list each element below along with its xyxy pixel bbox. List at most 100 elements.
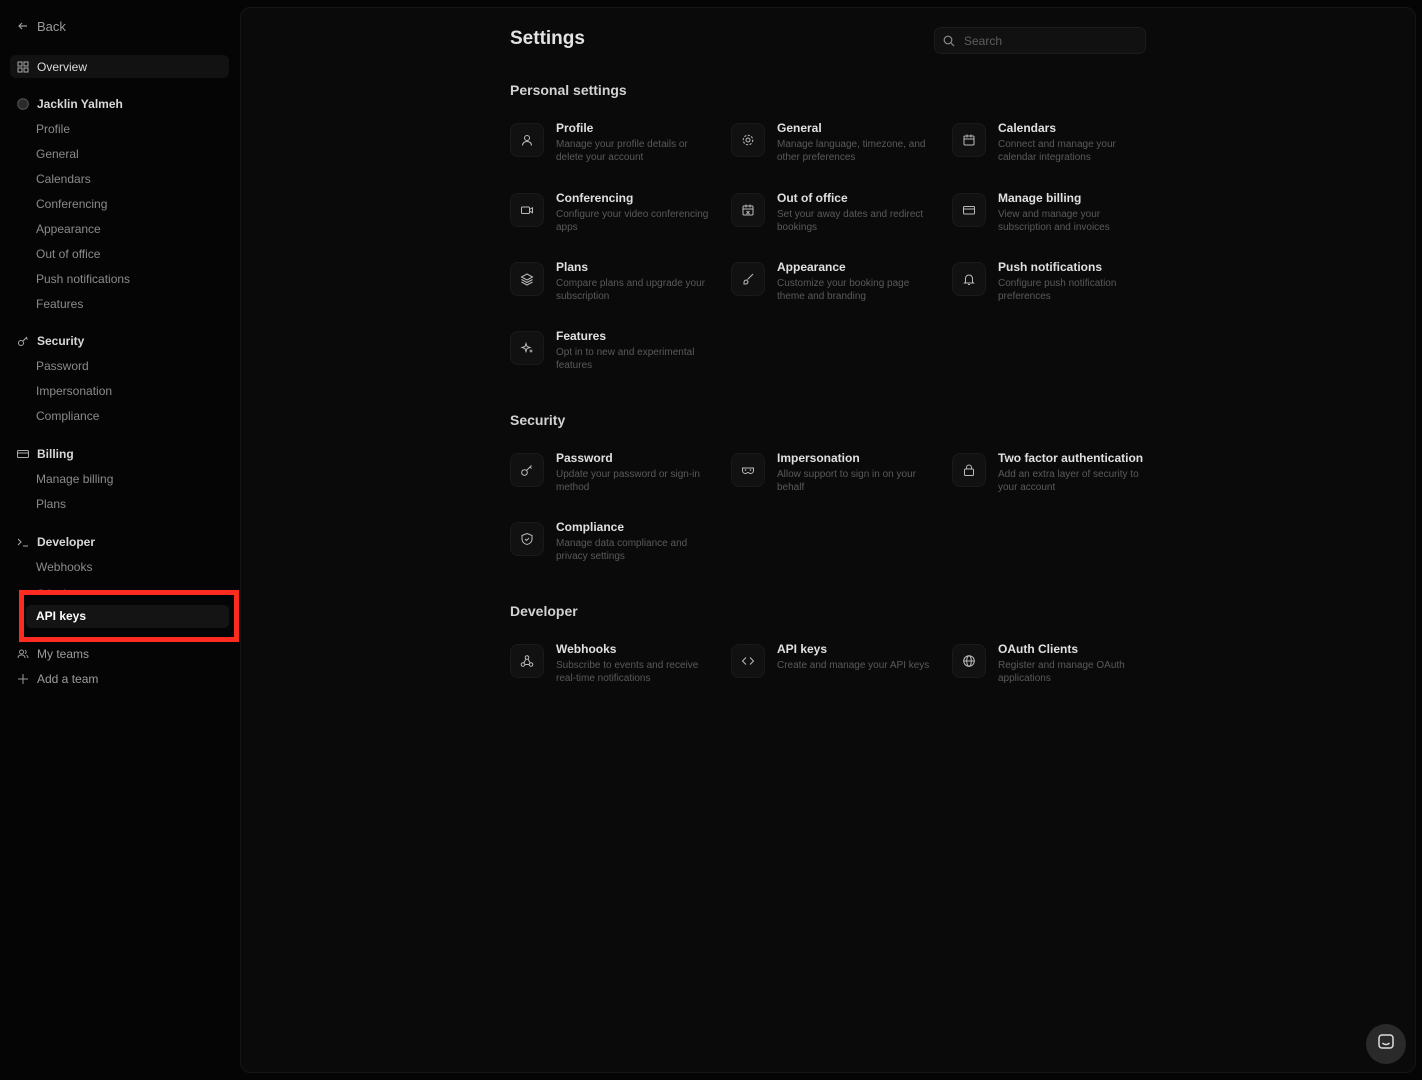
card-webhooks[interactable]: Webhooks Subscribe to events and receive … bbox=[510, 642, 720, 694]
sidebar-item-password[interactable]: Password bbox=[36, 358, 89, 374]
section-title-personal: Personal settings bbox=[510, 82, 627, 98]
sidebar-item-conferencing[interactable]: Conferencing bbox=[36, 196, 107, 212]
section-title-developer: Developer bbox=[510, 603, 578, 619]
chat-button[interactable] bbox=[1366, 1024, 1406, 1064]
card-title: Conferencing bbox=[556, 191, 634, 205]
credit-card-icon bbox=[17, 448, 29, 460]
card-compliance[interactable]: Compliance Manage data compliance and pri… bbox=[510, 520, 720, 572]
card-title: Push notifications bbox=[998, 260, 1103, 274]
users-icon bbox=[17, 648, 29, 660]
sidebar-item-features[interactable]: Features bbox=[36, 296, 83, 312]
card-title: Manage billing bbox=[998, 191, 1082, 205]
card-title: Profile bbox=[556, 121, 594, 135]
highlight-box bbox=[19, 590, 239, 642]
card-conferencing[interactable]: Conferencing Configure your video confere… bbox=[510, 191, 720, 243]
search-icon bbox=[943, 35, 955, 47]
sidebar-item-manage-billing[interactable]: Manage billing bbox=[36, 471, 113, 487]
sidebar: Back Overview Jacklin Yalmeh Profile Gen… bbox=[0, 0, 238, 1080]
sidebar-item-profile[interactable]: Profile bbox=[36, 121, 70, 137]
billing-label: Billing bbox=[37, 447, 74, 461]
bell-icon bbox=[952, 262, 986, 296]
brush-icon bbox=[731, 262, 765, 296]
sidebar-item-add-team[interactable]: Add a team bbox=[17, 671, 98, 687]
key-icon bbox=[17, 335, 29, 347]
card-password[interactable]: Password Update your password or sign-in … bbox=[510, 451, 720, 503]
card-title: API keys bbox=[777, 642, 828, 656]
my-teams-label: My teams bbox=[37, 647, 90, 661]
card-title: Features bbox=[556, 329, 607, 343]
card-desc: Subscribe to events and receive real-tim… bbox=[556, 660, 699, 684]
add-team-label: Add a team bbox=[37, 672, 99, 686]
sidebar-security-header[interactable]: Security bbox=[17, 333, 84, 349]
card-title: Webhooks bbox=[556, 642, 617, 656]
video-icon bbox=[510, 193, 544, 227]
overview-label: Overview bbox=[37, 59, 88, 74]
sidebar-item-webhooks[interactable]: Webhooks bbox=[36, 559, 92, 575]
calendar-x-icon bbox=[731, 193, 765, 227]
card-profile[interactable]: Profile Manage your profile details or de… bbox=[510, 121, 720, 173]
card-oauth-clients[interactable]: OAuth Clients Register and manage OAuth a… bbox=[952, 642, 1162, 694]
card-api-keys[interactable]: API keys Create and manage your API keys bbox=[731, 642, 941, 694]
sidebar-item-impersonation[interactable]: Impersonation bbox=[36, 383, 112, 399]
card-desc: Update your password or sign-in method bbox=[556, 469, 700, 493]
sidebar-developer-header[interactable]: Developer bbox=[17, 534, 95, 550]
search-box[interactable] bbox=[934, 27, 1146, 54]
card-title: Two factor authentication bbox=[998, 451, 1144, 465]
card-desc: Add an extra layer of security to your a… bbox=[998, 469, 1139, 493]
card-title: Password bbox=[556, 451, 613, 465]
sidebar-item-plans[interactable]: Plans bbox=[36, 496, 66, 512]
card-impersonation[interactable]: Impersonation Allow support to sign in on… bbox=[731, 451, 941, 503]
sparkles-icon bbox=[510, 331, 544, 365]
card-calendars[interactable]: Calendars Connect and manage your calenda… bbox=[952, 121, 1162, 173]
plus-icon bbox=[17, 673, 29, 685]
security-label: Security bbox=[37, 334, 85, 348]
sidebar-item-appearance[interactable]: Appearance bbox=[36, 221, 101, 237]
card-desc: Configure push notification preferences bbox=[998, 278, 1117, 302]
back-link[interactable]: Back bbox=[17, 17, 66, 35]
card-title: Plans bbox=[556, 260, 589, 274]
layers-icon bbox=[510, 262, 544, 296]
card-title: Impersonation bbox=[777, 451, 860, 465]
key-icon bbox=[510, 453, 544, 487]
card-features[interactable]: Features Opt in to new and experimental f… bbox=[510, 329, 720, 381]
mask-icon bbox=[731, 453, 765, 487]
card-desc: Customize your booking page theme and br… bbox=[777, 278, 910, 302]
sidebar-user-header[interactable]: Jacklin Yalmeh bbox=[17, 96, 123, 112]
user-icon bbox=[510, 123, 544, 157]
card-appearance[interactable]: Appearance Customize your booking page th… bbox=[731, 260, 941, 312]
sidebar-item-compliance[interactable]: Compliance bbox=[36, 408, 99, 424]
arrow-left-icon bbox=[17, 20, 29, 32]
card-out-of-office[interactable]: Out of office Set your away dates and red… bbox=[731, 191, 941, 243]
card-two-factor[interactable]: Two factor authentication Add an extra la… bbox=[952, 451, 1162, 503]
sidebar-item-overview[interactable]: Overview bbox=[10, 55, 229, 78]
card-desc: Manage data compliance and privacy setti… bbox=[556, 538, 688, 562]
card-desc: Manage language, timezone, and other pre… bbox=[777, 139, 926, 163]
sidebar-item-general[interactable]: General bbox=[36, 146, 79, 162]
sidebar-item-out-of-office[interactable]: Out of office bbox=[36, 246, 100, 262]
back-label: Back bbox=[37, 18, 66, 34]
card-title: OAuth Clients bbox=[998, 642, 1078, 656]
card-title: Out of office bbox=[777, 191, 848, 205]
section-title-security: Security bbox=[510, 412, 566, 428]
calendar-icon bbox=[952, 123, 986, 157]
card-plans[interactable]: Plans Compare plans and upgrade your subs… bbox=[510, 260, 720, 312]
card-desc: Set your away dates and redirect booking… bbox=[777, 209, 924, 233]
card-push-notifications[interactable]: Push notifications Configure push notific… bbox=[952, 260, 1162, 312]
credit-card-icon bbox=[952, 193, 986, 227]
sidebar-item-my-teams[interactable]: My teams bbox=[17, 646, 89, 662]
card-desc: Register and manage OAuth applications bbox=[998, 660, 1125, 684]
sidebar-item-calendars[interactable]: Calendars bbox=[36, 171, 91, 187]
card-desc: Manage your profile details or delete yo… bbox=[556, 139, 688, 163]
sidebar-billing-header[interactable]: Billing bbox=[17, 446, 74, 462]
terminal-icon bbox=[17, 536, 29, 548]
sidebar-item-push-notifications[interactable]: Push notifications bbox=[36, 271, 130, 287]
card-desc: Allow support to sign in on your behalf bbox=[777, 469, 916, 493]
card-manage-billing[interactable]: Manage billing View and manage your subsc… bbox=[952, 191, 1162, 243]
search-input[interactable] bbox=[962, 32, 1136, 49]
developer-label: Developer bbox=[37, 535, 96, 549]
card-general[interactable]: General Manage language, timezone, and ot… bbox=[731, 121, 941, 173]
globe-icon bbox=[952, 644, 986, 678]
card-title: Calendars bbox=[998, 121, 1057, 135]
page-title: Settings bbox=[510, 28, 585, 49]
card-desc: View and manage your subscription and in… bbox=[998, 209, 1110, 233]
